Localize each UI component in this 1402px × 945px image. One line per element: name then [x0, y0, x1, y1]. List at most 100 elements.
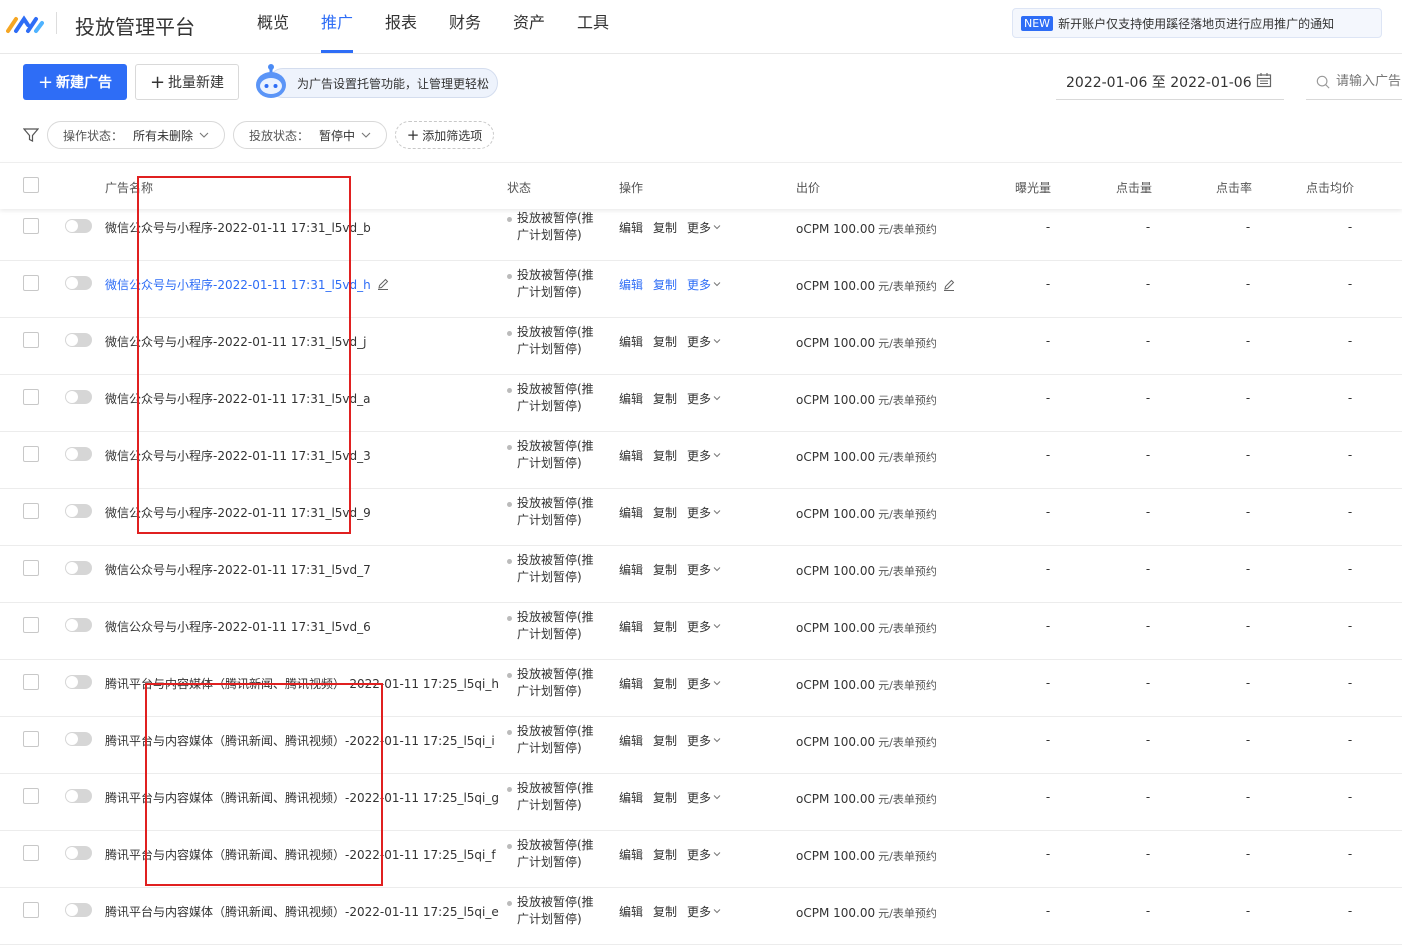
copy-link[interactable]: 复制 [653, 846, 677, 863]
more-dropdown[interactable]: 更多 [687, 903, 721, 920]
copy-link[interactable]: 复制 [653, 903, 677, 920]
bid-value[interactable]: oCPM 100.00 元/表单预约 [796, 848, 937, 864]
ad-toggle-switch[interactable] [65, 789, 92, 803]
row-checkbox[interactable] [23, 788, 39, 804]
nav-overview[interactable]: 概览 [257, 0, 321, 54]
notice-banner[interactable]: NEW 新开账户仅支持使用蹊径落地页进行应用推广的通知 [1012, 8, 1382, 38]
copy-link[interactable]: 复制 [653, 390, 677, 407]
ad-toggle-switch[interactable] [65, 219, 92, 233]
edit-link[interactable]: 编辑 [619, 447, 643, 464]
add-filter-button[interactable]: + 添加筛选项 [395, 121, 494, 149]
ad-toggle-switch[interactable] [65, 447, 92, 461]
edit-link[interactable]: 编辑 [619, 219, 643, 236]
more-dropdown[interactable]: 更多 [687, 390, 721, 407]
batch-new-button[interactable]: + 批量新建 [135, 64, 239, 100]
ad-name[interactable]: 腾讯平台与内容媒体（腾讯新闻、腾讯视频）-2022-01-11 17:25_l5… [105, 732, 495, 749]
edit-pencil-icon[interactable] [943, 279, 955, 291]
row-checkbox[interactable] [23, 446, 39, 462]
search-input[interactable] [1336, 74, 1402, 89]
row-checkbox[interactable] [23, 674, 39, 690]
ad-name[interactable]: 微信公众号与小程序-2022-01-11 17:31_l5vd_7 [105, 561, 371, 578]
row-checkbox[interactable] [23, 503, 39, 519]
ad-name[interactable]: 微信公众号与小程序-2022-01-11 17:31_l5vd_9 [105, 504, 371, 521]
bid-value[interactable]: oCPM 100.00 元/表单预约 [796, 620, 937, 636]
edit-link[interactable]: 编辑 [619, 675, 643, 692]
bid-value[interactable]: oCPM 100.00 元/表单预约 [796, 563, 937, 579]
bid-value[interactable]: oCPM 100.00 元/表单预约 [796, 905, 937, 921]
nav-tools[interactable]: 工具 [577, 0, 641, 54]
more-dropdown[interactable]: 更多 [687, 732, 721, 749]
more-dropdown[interactable]: 更多 [687, 504, 721, 521]
copy-link[interactable]: 复制 [653, 732, 677, 749]
edit-link[interactable]: 编辑 [619, 276, 643, 293]
ad-toggle-switch[interactable] [65, 333, 92, 347]
more-dropdown[interactable]: 更多 [687, 219, 721, 236]
edit-link[interactable]: 编辑 [619, 504, 643, 521]
ad-name[interactable]: 腾讯平台与内容媒体（腾讯新闻、腾讯视频）-2022-01-11 17:25_l5… [105, 789, 499, 806]
ad-toggle-switch[interactable] [65, 276, 92, 290]
edit-pencil-icon[interactable] [377, 278, 389, 290]
ad-toggle-switch[interactable] [65, 732, 92, 746]
table-row[interactable]: 微信公众号与小程序-2022-01-11 17:31_l5vd_j 投放被暂停(推… [0, 318, 1402, 375]
bid-value[interactable]: oCPM 100.00 元/表单预约 [796, 449, 937, 465]
row-checkbox[interactable] [23, 731, 39, 747]
date-range-picker[interactable]: 2022-01-06 至 2022-01-06 [1056, 64, 1284, 100]
ad-name[interactable]: 腾讯平台与内容媒体（腾讯新闻、腾讯视频）-2022-01-11 17:25_l5… [105, 675, 499, 692]
op-status-filter[interactable]: 操作状态： 所有未删除 [47, 121, 225, 149]
ad-toggle-switch[interactable] [65, 504, 92, 518]
header-bid[interactable]: 出价 [796, 179, 820, 196]
more-dropdown[interactable]: 更多 [687, 276, 721, 293]
copy-link[interactable]: 复制 [653, 447, 677, 464]
managed-hint-pill[interactable]: 为广告设置托管功能，让管理更轻松 [268, 68, 498, 98]
copy-link[interactable]: 复制 [653, 789, 677, 806]
bid-value[interactable]: oCPM 100.00 元/表单预约 [796, 221, 937, 237]
ad-name[interactable]: 微信公众号与小程序-2022-01-11 17:31_l5vd_6 [105, 618, 371, 635]
row-checkbox[interactable] [23, 332, 39, 348]
ad-toggle-switch[interactable] [65, 903, 92, 917]
header-clicks[interactable]: 点击量 [1116, 179, 1152, 196]
more-dropdown[interactable]: 更多 [687, 789, 721, 806]
table-row[interactable]: 微信公众号与小程序-2022-01-11 17:31_l5vd_9 投放被暂停(推… [0, 489, 1402, 546]
more-dropdown[interactable]: 更多 [687, 846, 721, 863]
ad-name[interactable]: 微信公众号与小程序-2022-01-11 17:31_l5vd_a [105, 390, 371, 407]
more-dropdown[interactable]: 更多 [687, 447, 721, 464]
bid-value[interactable]: oCPM 100.00 元/表单预约 [796, 677, 937, 693]
copy-link[interactable]: 复制 [653, 333, 677, 350]
ad-name[interactable]: 微信公众号与小程序-2022-01-11 17:31_l5vd_j [105, 333, 367, 350]
nav-finance[interactable]: 财务 [449, 0, 513, 54]
ad-toggle-switch[interactable] [65, 561, 92, 575]
bid-value[interactable]: oCPM 100.00 元/表单预约 [796, 335, 937, 351]
copy-link[interactable]: 复制 [653, 504, 677, 521]
calendar-icon[interactable] [1256, 72, 1272, 88]
ad-name[interactable]: 微信公众号与小程序-2022-01-11 17:31_l5vd_3 [105, 447, 371, 464]
more-dropdown[interactable]: 更多 [687, 333, 721, 350]
nav-assets[interactable]: 资产 [513, 0, 577, 54]
copy-link[interactable]: 复制 [653, 675, 677, 692]
table-row[interactable]: 微信公众号与小程序-2022-01-11 17:31_l5vd_h 投放被暂停(推… [0, 261, 1402, 318]
more-dropdown[interactable]: 更多 [687, 561, 721, 578]
more-dropdown[interactable]: 更多 [687, 675, 721, 692]
row-checkbox[interactable] [23, 902, 39, 918]
row-checkbox[interactable] [23, 275, 39, 291]
edit-link[interactable]: 编辑 [619, 390, 643, 407]
edit-link[interactable]: 编辑 [619, 846, 643, 863]
copy-link[interactable]: 复制 [653, 618, 677, 635]
ad-name[interactable]: 腾讯平台与内容媒体（腾讯新闻、腾讯视频）-2022-01-11 17:25_l5… [105, 846, 496, 863]
header-ctr[interactable]: 点击率 [1216, 179, 1252, 196]
ad-name[interactable]: 腾讯平台与内容媒体（腾讯新闻、腾讯视频）-2022-01-11 17:25_l5… [105, 903, 499, 920]
select-all-checkbox[interactable] [23, 177, 39, 193]
row-checkbox[interactable] [23, 617, 39, 633]
edit-link[interactable]: 编辑 [619, 333, 643, 350]
edit-link[interactable]: 编辑 [619, 732, 643, 749]
delivery-status-filter[interactable]: 投放状态： 暂停中 [233, 121, 387, 149]
nav-promotion[interactable]: 推广 [321, 0, 385, 54]
edit-link[interactable]: 编辑 [619, 561, 643, 578]
robot-assistant-icon[interactable] [254, 62, 288, 100]
ad-toggle-switch[interactable] [65, 390, 92, 404]
table-row[interactable]: 微信公众号与小程序-2022-01-11 17:31_l5vd_7 投放被暂停(推… [0, 546, 1402, 603]
table-row[interactable]: 腾讯平台与内容媒体（腾讯新闻、腾讯视频）-2022-01-11 17:25_l5… [0, 774, 1402, 831]
row-checkbox[interactable] [23, 218, 39, 234]
filter-icon[interactable] [23, 127, 39, 143]
ad-toggle-switch[interactable] [65, 846, 92, 860]
table-row[interactable]: 腾讯平台与内容媒体（腾讯新闻、腾讯视频）-2022-01-11 17:25_l5… [0, 717, 1402, 774]
